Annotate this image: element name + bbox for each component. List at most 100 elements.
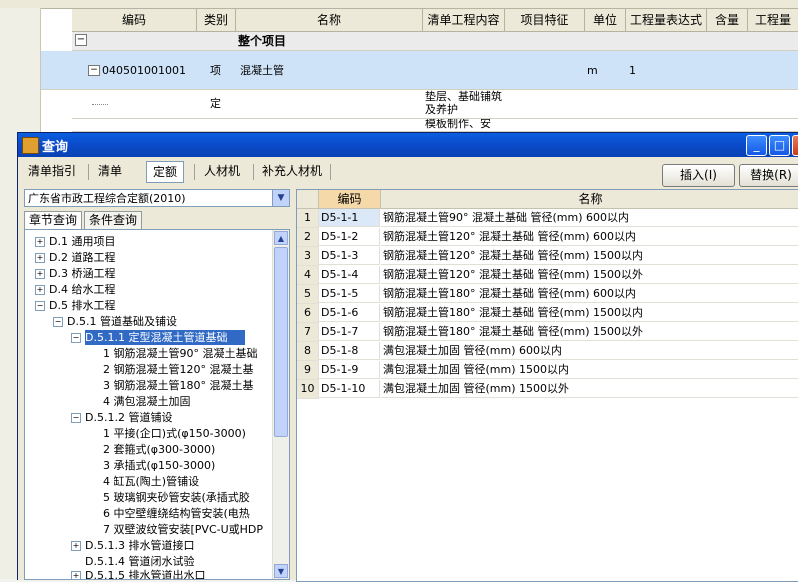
col-header-content[interactable]: 清单工程内容: [423, 9, 505, 32]
scroll-up-icon[interactable]: ▲: [274, 231, 288, 245]
tree-node[interactable]: D.5.1.4 管道闭水试验: [85, 554, 194, 569]
tree-node-label: D.3 桥涵工程: [49, 267, 116, 280]
grid-row-name[interactable]: 钢筋混凝土管180° 混凝土基础 管径(mm) 1500以内: [381, 304, 798, 322]
tree-node[interactable]: 3 钢筋混凝土管180° 混凝土基: [103, 378, 254, 393]
col-header-expr[interactable]: 工程量表达式: [626, 9, 707, 32]
grid-row-name[interactable]: 满包混凝土加固 管径(mm) 1500以内: [381, 361, 798, 379]
insert-button[interactable]: 插入(I): [662, 164, 735, 187]
tree-node[interactable]: 2 套箍式(φ300-3000): [103, 442, 215, 457]
grid-row-code[interactable]: D5-1-5: [319, 285, 380, 303]
grid-row-name[interactable]: 满包混凝土加固 管径(mm) 600以内: [381, 342, 798, 360]
dialog-title: 查询: [42, 140, 69, 155]
table-row[interactable]: 1 − 040501001001 项 混凝土管 m 1: [40, 51, 798, 90]
grid-row-name[interactable]: 钢筋混凝土管120° 混凝土基础 管径(mm) 1500以外: [381, 266, 798, 284]
grid-row-name[interactable]: 钢筋混凝土管90° 混凝土基础 管径(mm) 600以内: [381, 209, 798, 227]
collapse-icon[interactable]: −: [35, 301, 45, 311]
tree-node[interactable]: + D.4 给水工程: [35, 282, 115, 297]
close-icon[interactable]: [792, 135, 798, 156]
tree-node[interactable]: − D.5 排水工程: [35, 298, 115, 313]
tab-list[interactable]: 清单: [92, 161, 128, 181]
grid-row-code[interactable]: D5-1-7: [319, 323, 380, 341]
expand-icon[interactable]: +: [35, 269, 45, 279]
expand-icon[interactable]: +: [35, 253, 45, 263]
tree-node[interactable]: 3 承插式(φ150-3000): [103, 458, 215, 473]
expand-icon[interactable]: +: [35, 237, 45, 247]
tree-node-label: D.5.1 管道基础及铺设: [67, 315, 177, 328]
col-header-type[interactable]: 类别: [197, 9, 236, 32]
tree-node[interactable]: 2 钢筋混凝土管120° 混凝土基: [103, 362, 254, 377]
tree-node[interactable]: 4 缸瓦(陶土)管铺设: [103, 474, 199, 489]
row-type: 项: [210, 64, 221, 77]
collapse-icon[interactable]: −: [71, 413, 81, 423]
tree-node[interactable]: 7 双壁波纹管安装[PVC-U或HDP: [103, 522, 263, 537]
col-header-quantity[interactable]: 工程量: [748, 9, 798, 32]
tab-condition-query[interactable]: 条件查询: [84, 211, 143, 230]
tree-node[interactable]: − D.5.1.1 定型混凝土管道基础: [71, 330, 245, 345]
tab-list-guide[interactable]: 清单指引: [22, 161, 82, 181]
col-header-name[interactable]: 名称: [236, 9, 423, 32]
tree-node[interactable]: + D.2 道路工程: [35, 250, 115, 265]
tab-material[interactable]: 人材机: [198, 161, 246, 181]
tree-node[interactable]: + D.5.1.3 排水管道接口: [71, 538, 194, 553]
col-header-ratio[interactable]: 含量: [707, 9, 748, 32]
tree-node[interactable]: + D.1 通用项目: [35, 234, 115, 249]
group-row[interactable]: − 整个项目: [72, 32, 798, 51]
tab-chapter-query[interactable]: 章节查询: [24, 211, 83, 230]
collapse-toggle[interactable]: −: [88, 65, 100, 76]
tree-node[interactable]: 6 中空壁缠绕结构管安装(电热: [103, 506, 250, 521]
tree-node-label: D.5.1.2 管道铺设: [85, 411, 173, 424]
minimize-icon[interactable]: _: [746, 135, 767, 156]
col-header-code[interactable]: 编码: [72, 9, 197, 32]
tree-scrollbar[interactable]: ▲ ▼: [272, 230, 289, 579]
row-unit: m: [587, 64, 598, 77]
grid-row-name[interactable]: 钢筋混凝土管180° 混凝土基础 管径(mm) 1500以外: [381, 323, 798, 341]
grid-row-code[interactable]: D5-1-9: [319, 361, 380, 379]
table-row[interactable]: 定 垫层、基础铺筑及养护: [72, 90, 798, 119]
tree-node[interactable]: 1 钢筋混凝土管90° 混凝土基础: [103, 346, 258, 361]
grid-row-name[interactable]: 钢筋混凝土管180° 混凝土基础 管径(mm) 600以内: [381, 285, 798, 303]
grid-row-index: 4: [297, 266, 319, 285]
quota-library-select[interactable]: 广东省市政工程综合定额(2010) ▼: [24, 189, 290, 207]
tree-node[interactable]: − D.5.1 管道基础及铺设: [53, 314, 177, 329]
grid-header-name[interactable]: 名称: [381, 190, 798, 209]
collapse-icon[interactable]: −: [71, 333, 81, 343]
expand-icon[interactable]: +: [35, 285, 45, 295]
grid-row-code[interactable]: D5-1-10: [319, 380, 380, 398]
row-name: 混凝土管: [240, 64, 284, 77]
tree-node[interactable]: + D.5.1.5 排水管道出水口: [71, 568, 205, 579]
chapter-tree[interactable]: + D.1 通用项目 + D.2 道路工程 + D.3 桥涵工程 + D.4 给水工程 …: [24, 229, 290, 580]
grid-row-name[interactable]: 钢筋混凝土管120° 混凝土基础 管径(mm) 600以内: [381, 228, 798, 246]
dialog-title-bar[interactable]: 查询 _ □: [18, 133, 798, 157]
tree-node[interactable]: 1 平接(企口)式(φ150-3000): [103, 426, 246, 441]
maximize-icon[interactable]: □: [769, 135, 790, 156]
collapse-icon[interactable]: −: [53, 317, 63, 327]
grid-row-code[interactable]: D5-1-4: [319, 266, 380, 284]
col-header-feature[interactable]: 项目特征: [505, 9, 585, 32]
replace-button[interactable]: 替换(R): [739, 164, 798, 187]
col-header-unit[interactable]: 单位: [585, 9, 626, 32]
grid-header-code[interactable]: 编码: [319, 190, 381, 209]
collapse-toggle[interactable]: −: [75, 34, 87, 46]
tree-node[interactable]: − D.5.1.2 管道铺设: [71, 410, 172, 425]
tree-node[interactable]: 4 满包混凝土加固: [103, 394, 191, 409]
tree-node[interactable]: + D.3 桥涵工程: [35, 266, 115, 281]
grid-row-code[interactable]: D5-1-8: [319, 342, 380, 360]
grid-row-code[interactable]: D5-1-3: [319, 247, 380, 265]
row-content: 垫层、基础铺筑及养护: [425, 90, 502, 116]
tab-extra-material[interactable]: 补充人材机: [256, 161, 328, 181]
grid-row-code[interactable]: D5-1-1: [319, 209, 380, 227]
grid-row-code[interactable]: D5-1-6: [319, 304, 380, 322]
grid-row-name[interactable]: 满包混凝土加固 管径(mm) 1500以外: [381, 380, 798, 398]
grid-row-name[interactable]: 钢筋混凝土管120° 混凝土基础 管径(mm) 1500以内: [381, 247, 798, 265]
grid-row-code[interactable]: D5-1-2: [319, 228, 380, 246]
scroll-down-icon[interactable]: ▼: [274, 564, 288, 578]
tree-line: [92, 104, 108, 105]
table-row[interactable]: 模板制作、安: [72, 119, 798, 132]
scroll-thumb[interactable]: [274, 247, 288, 437]
grid-row-index: 1: [297, 209, 319, 228]
chevron-down-icon[interactable]: ▼: [272, 190, 289, 206]
tab-quota[interactable]: 定额: [146, 161, 185, 183]
expand-icon[interactable]: +: [71, 541, 81, 551]
tree-node[interactable]: 5 玻璃钢夹砂管安装(承插式胶: [103, 490, 250, 505]
divider: [40, 50, 41, 130]
